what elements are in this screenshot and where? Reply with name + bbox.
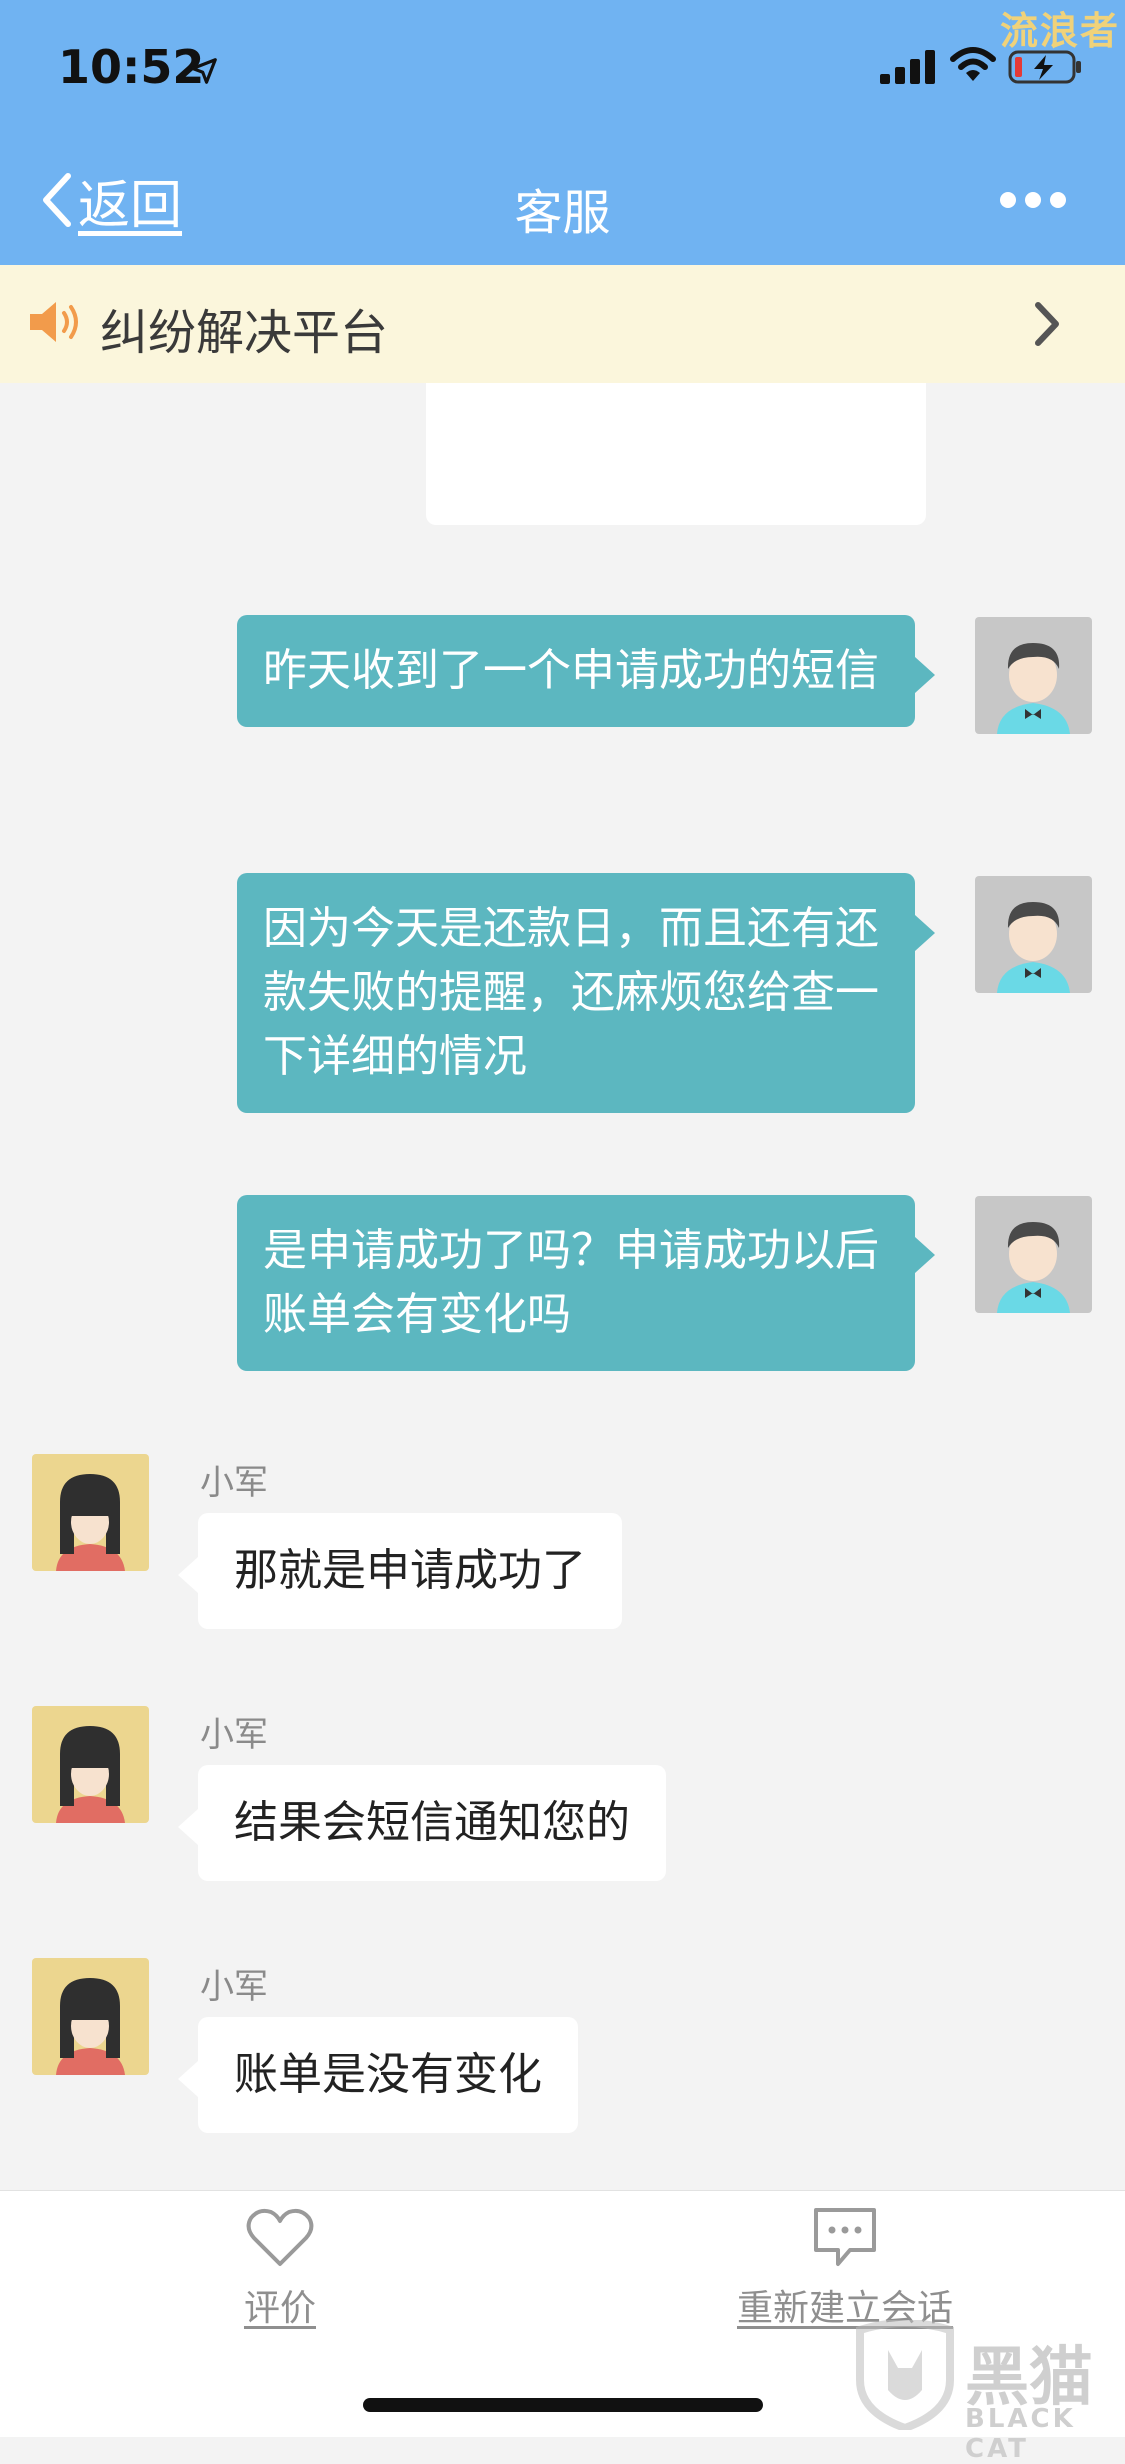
notice-banner[interactable]: 纠纷解决平台 — [0, 265, 1125, 383]
dot-icon — [1000, 192, 1016, 208]
page-title: 客服 — [514, 185, 611, 241]
status-time: 10:52 — [58, 40, 205, 94]
user-avatar-icon — [975, 1196, 1092, 1313]
rate-label: 评价 — [243, 2288, 316, 2329]
dot-icon — [1025, 192, 1041, 208]
message-bubble-outgoing: 因为今天是还款日，而且还有还款失败的提醒，还麻烦您给查一下详细的情况 — [237, 873, 935, 1113]
chevron-right-icon — [1035, 302, 1059, 346]
speaker-icon — [30, 302, 78, 342]
watermark-brand-sub: BLACK CAT — [965, 2404, 1076, 2464]
cellular-signal-icon — [880, 50, 935, 84]
watermark-text: 流浪者 — [1000, 9, 1121, 53]
message-bubble-outgoing: 是申请成功了吗？申请成功以后账单会有变化吗 — [237, 1195, 935, 1371]
agent-avatar-icon — [32, 1958, 149, 2075]
sender-name: 小军 — [200, 1463, 268, 1503]
agent-avatar-icon — [32, 1454, 149, 1571]
sender-name: 小军 — [200, 1715, 268, 1755]
rate-button[interactable]: 评价 — [230, 2206, 330, 2331]
sender-name: 小军 — [200, 1967, 268, 2007]
nav-bar: 返回 客服 — [0, 135, 1125, 265]
new-session-button[interactable]: 重新建立会话 — [720, 2206, 970, 2331]
location-arrow-icon — [191, 58, 217, 84]
agent-avatar-icon — [32, 1706, 149, 1823]
user-avatar-icon — [975, 876, 1092, 993]
battery-icon — [1008, 50, 1081, 84]
message-bubble-incoming: 那就是申请成功了 — [178, 1513, 622, 1629]
notice-text: 纠纷解决平台 — [100, 305, 389, 361]
dot-icon — [1050, 192, 1066, 208]
status-bar: 10:52 流浪者 — [0, 0, 1125, 135]
wifi-icon — [950, 47, 996, 81]
heart-icon — [246, 2208, 314, 2266]
message-bubble-incoming: 结果会短信通知您的 — [178, 1765, 666, 1881]
black-cat-logo — [856, 2320, 954, 2430]
user-avatar-icon — [975, 617, 1092, 734]
message-bubble-incoming: 账单是没有变化 — [178, 2017, 578, 2133]
home-indicator[interactable] — [363, 2398, 763, 2412]
chat-bubble-icon — [814, 2208, 876, 2266]
more-options-button[interactable] — [1000, 185, 1075, 215]
header: 10:52 流浪者 返回 客服 — [0, 0, 1125, 265]
message-card-partial — [426, 383, 926, 525]
message-bubble-outgoing: 昨天收到了一个申请成功的短信 — [237, 615, 935, 727]
